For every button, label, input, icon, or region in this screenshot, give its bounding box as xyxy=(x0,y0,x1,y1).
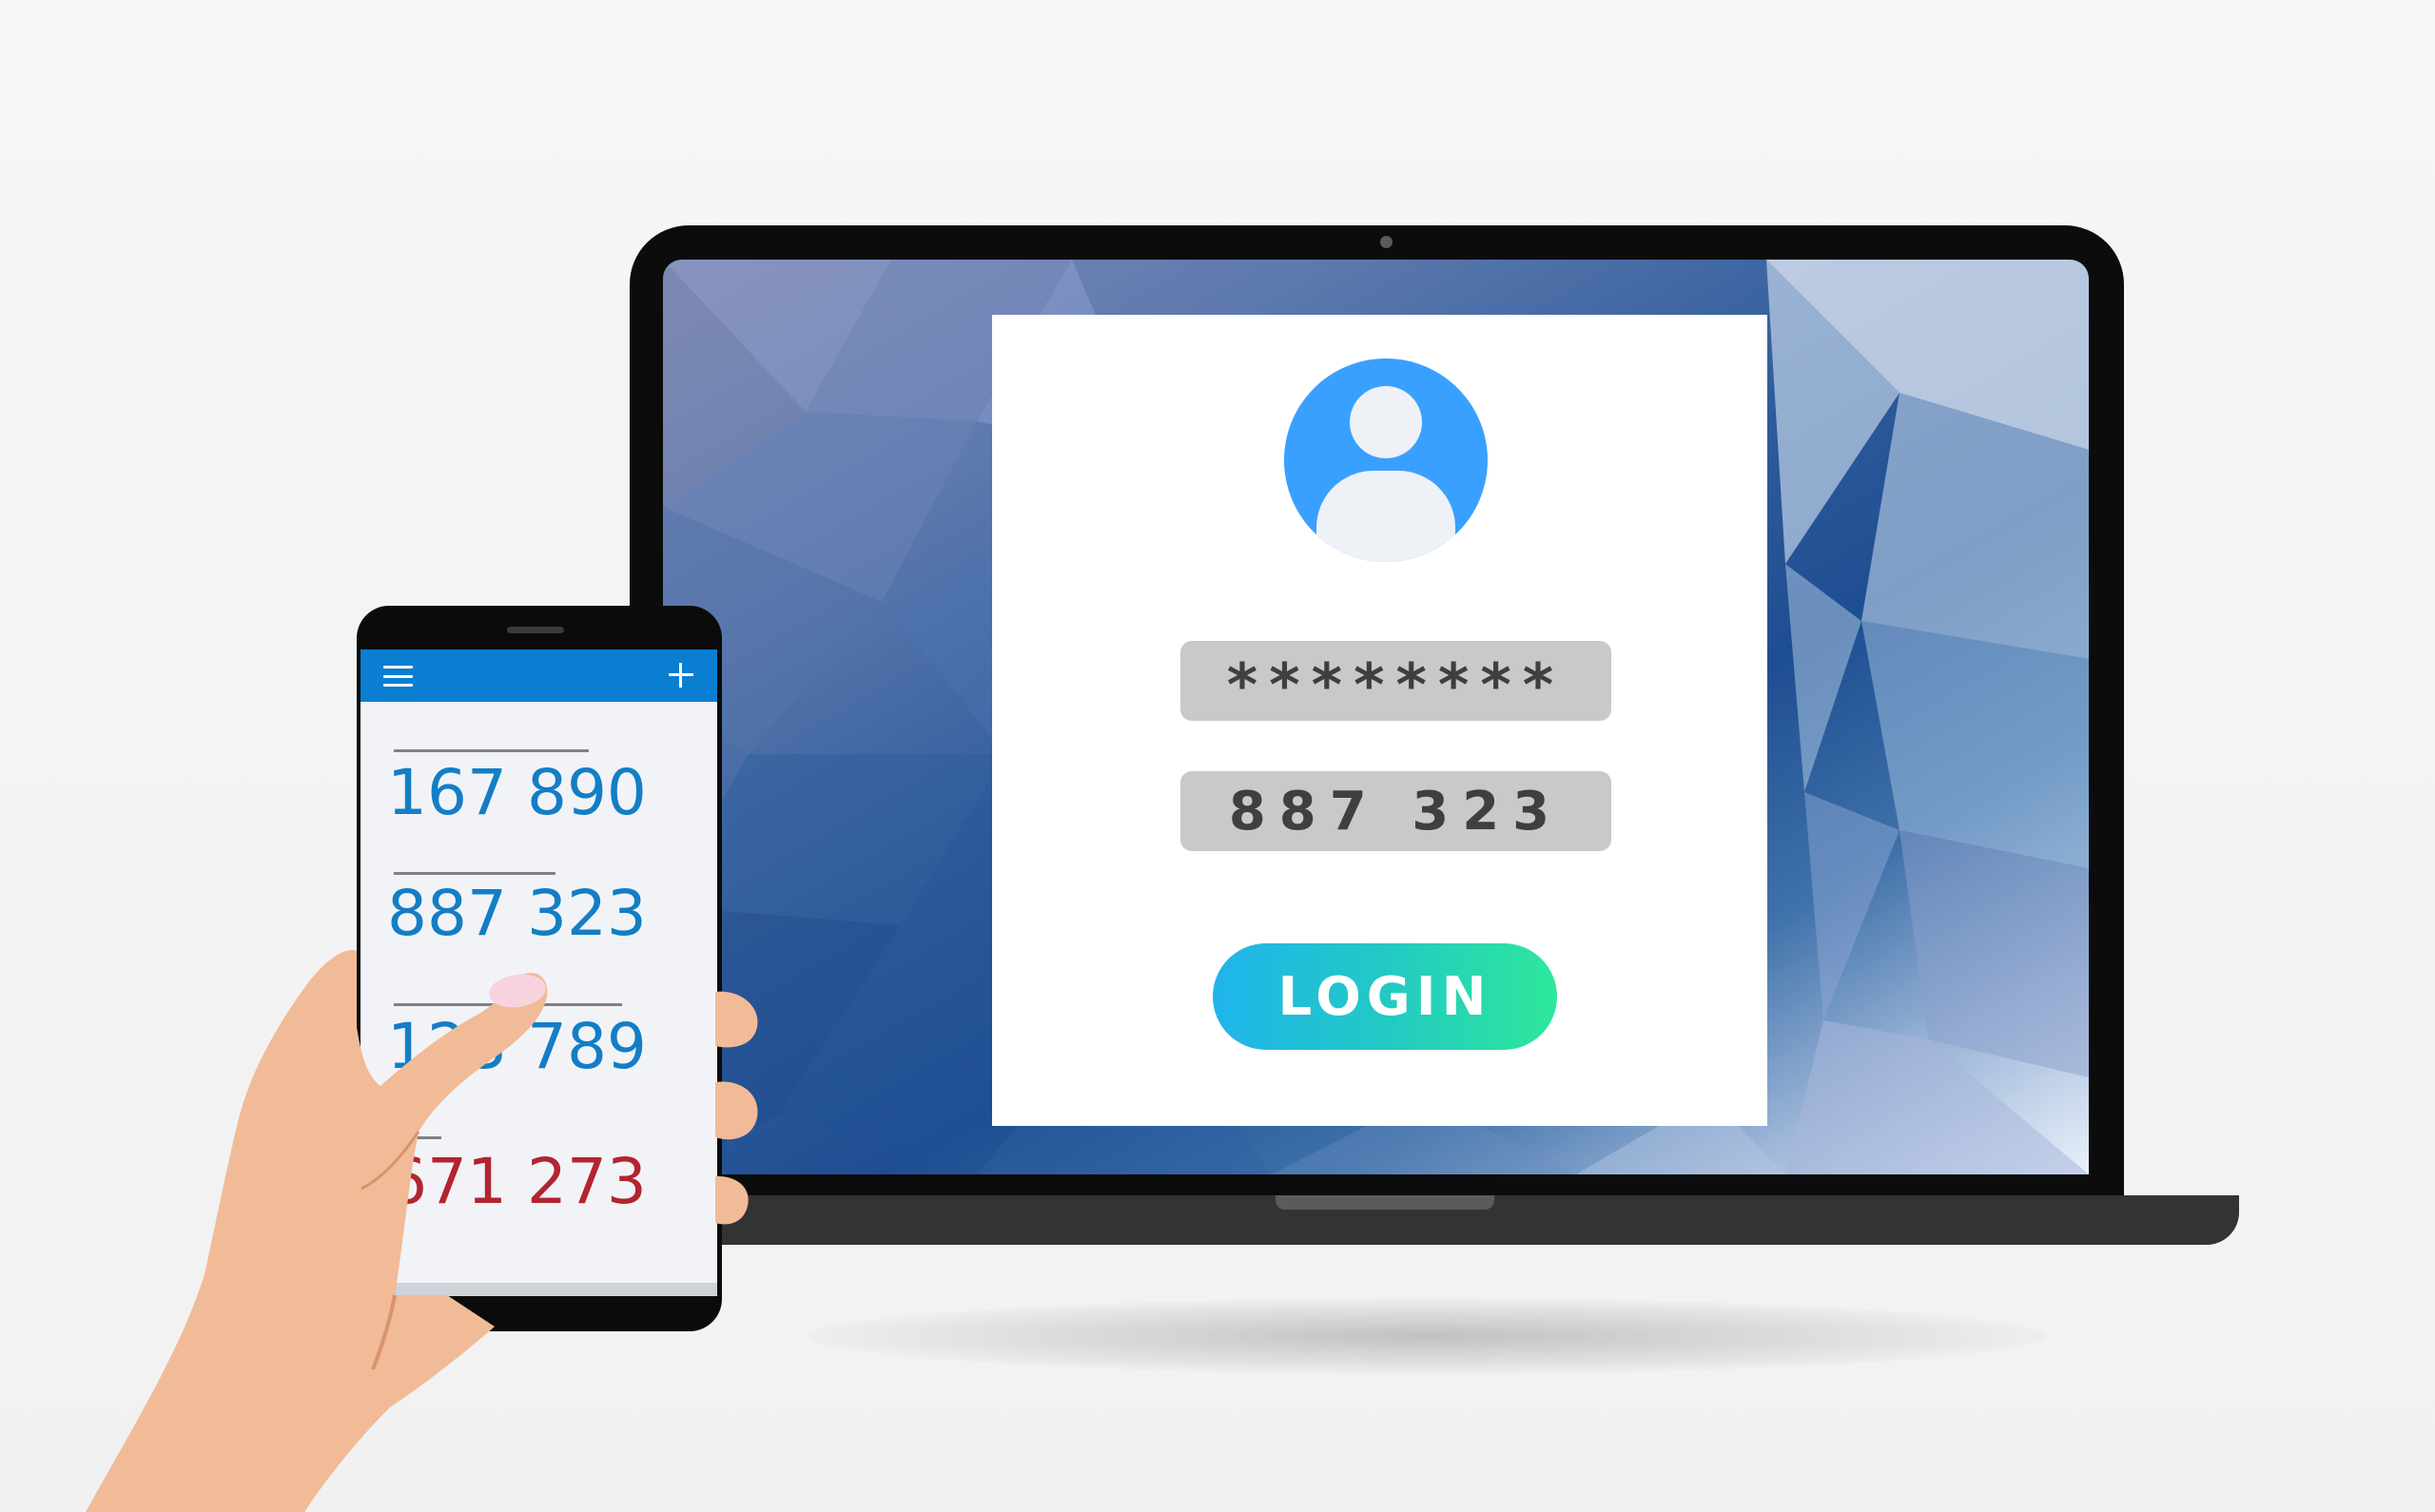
finger-3 xyxy=(715,1175,749,1225)
hand-palm xyxy=(86,950,548,1512)
hand-holding-phone xyxy=(86,950,758,1512)
illustration-scene: ******** 887 323 LOGIN 167 890 887 323 1… xyxy=(0,0,2435,1512)
finger-1 xyxy=(715,991,758,1048)
finger-2 xyxy=(715,1081,758,1140)
